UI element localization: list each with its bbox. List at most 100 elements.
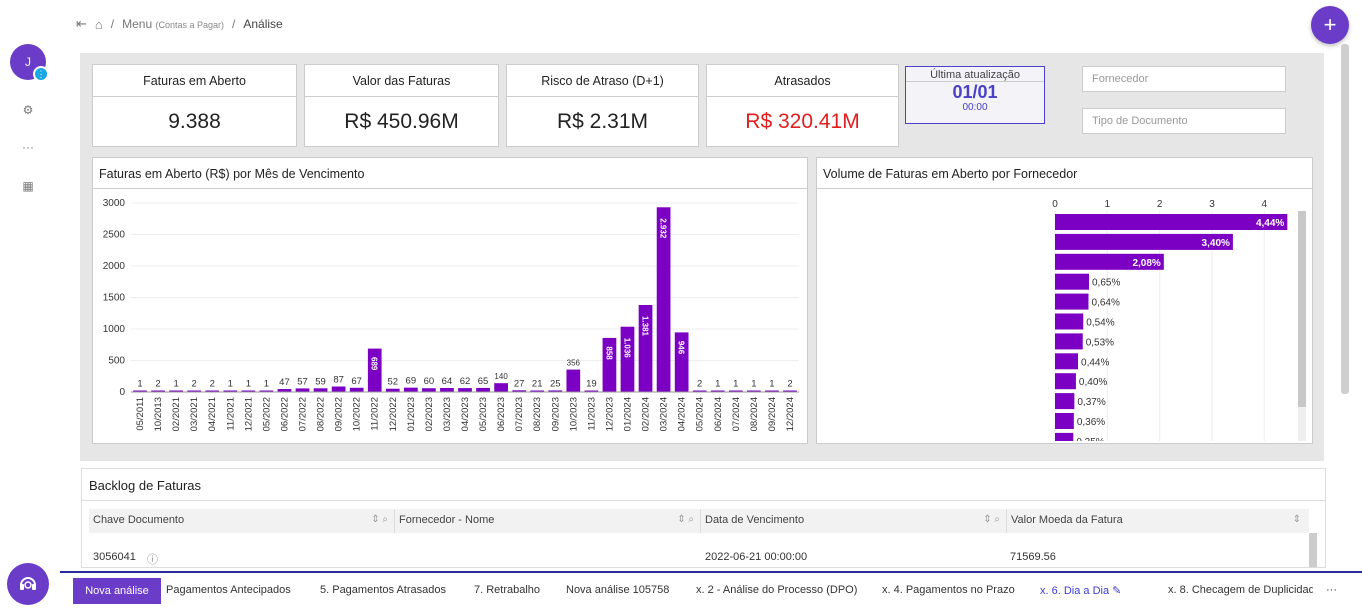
x-tick-label: 09/2022 bbox=[334, 397, 345, 431]
data-label: 0,65% bbox=[1092, 278, 1120, 289]
home-icon[interactable]: ⌂ bbox=[95, 17, 103, 32]
col-key[interactable]: Chave Documento ⇕ ⌕ bbox=[89, 509, 395, 533]
chart-title: Volume de Faturas em Aberto por Forneced… bbox=[817, 158, 1312, 189]
bar bbox=[494, 383, 508, 392]
avatar-menu-icon[interactable]: ⋮ bbox=[33, 66, 49, 82]
data-label: 87 bbox=[333, 375, 344, 386]
tab-dia-a-dia[interactable]: x. 6. Dia a Dia ✎ bbox=[1040, 584, 1121, 597]
left-rail: J ⋮ ⚙ ··· ▦ bbox=[0, 0, 60, 611]
building-icon[interactable]: ▦ bbox=[18, 176, 38, 196]
kpi-label: Risco de Atraso (D+1) bbox=[507, 65, 698, 97]
x-tick-label: 08/2024 bbox=[749, 397, 760, 431]
edit-icon[interactable]: ✎ bbox=[1112, 585, 1121, 597]
bar-chart-month: 0 500 1000 1500 2000 2500 3000 1 05/2011 2 10/2013… bbox=[103, 198, 799, 431]
breadcrumb-menu[interactable]: Menu (Contas a Pagar) bbox=[122, 17, 224, 31]
x-tick-label: 12/2023 bbox=[604, 397, 615, 431]
tab-nova-analise[interactable]: Nova análise 105758 bbox=[566, 584, 669, 596]
y-tick-label: 3000 bbox=[103, 198, 126, 209]
kpi-value: R$ 450.96M bbox=[344, 110, 459, 133]
bar bbox=[349, 387, 364, 392]
x-tick-label: 03/2021 bbox=[189, 397, 200, 431]
tab-pagamentos-antecipados[interactable]: Pagamentos Antecipados bbox=[166, 584, 291, 596]
gear-icon[interactable]: ⚙ bbox=[18, 100, 38, 120]
more-icon[interactable]: ··· bbox=[18, 137, 38, 157]
page-scrollbar[interactable] bbox=[1341, 44, 1349, 394]
data-label: 2 bbox=[192, 379, 197, 390]
y-tick-label: 0 bbox=[119, 387, 125, 398]
bar bbox=[1055, 273, 1090, 290]
chart-scrollbar bbox=[1298, 211, 1306, 407]
collapse-icon[interactable]: ⇤ bbox=[76, 16, 87, 32]
x-tick-label: 10/2023 bbox=[568, 397, 579, 431]
more-tabs-icon[interactable]: ··· bbox=[1326, 584, 1337, 596]
data-label: 67 bbox=[351, 376, 362, 387]
x-tick-label: 07/2022 bbox=[298, 397, 309, 431]
sort-search-icon: ⇕ bbox=[1292, 514, 1301, 525]
x-tick-label: 11/2023 bbox=[586, 397, 597, 431]
supplier-filter[interactable]: Fornecedor bbox=[1082, 66, 1286, 92]
data-label: 1.036 bbox=[622, 338, 631, 359]
bar bbox=[313, 388, 328, 392]
col-due[interactable]: Data de Vencimento ⇕ ⌕ bbox=[701, 509, 1007, 533]
x-tick-label: 12/2022 bbox=[388, 397, 399, 431]
col-supplier[interactable]: Fornecedor - Nome ⇕ ⌕ bbox=[395, 509, 701, 533]
data-label: 2 bbox=[697, 379, 702, 390]
last-update-box: Última atualização 01/01 00:00 bbox=[905, 66, 1045, 124]
tab-pagamentos-atrasados[interactable]: 5. Pagamentos Atrasados bbox=[320, 584, 446, 596]
x-tick-label: 07/2023 bbox=[514, 397, 525, 431]
x-tick-label: 09/2024 bbox=[767, 397, 778, 431]
x-tick-label: 02/2024 bbox=[641, 397, 652, 431]
bar bbox=[403, 387, 418, 392]
data-label: 1 bbox=[733, 379, 738, 390]
x-tick-label: 07/2024 bbox=[731, 397, 742, 431]
table-scrollbar[interactable] bbox=[1309, 533, 1317, 567]
data-label: 0,36% bbox=[1077, 417, 1105, 428]
y-tick-label: 2000 bbox=[103, 261, 126, 272]
col-value[interactable]: Valor Moeda da Fatura ⇕ bbox=[1007, 509, 1307, 533]
data-label: 69 bbox=[406, 376, 417, 387]
data-label: 946 bbox=[677, 341, 686, 355]
data-label: 1 bbox=[715, 379, 720, 390]
sort-search-icon: ⇕ ⌕ bbox=[983, 514, 1000, 525]
kpi-label: Valor das Faturas bbox=[305, 65, 498, 97]
support-button[interactable] bbox=[7, 563, 49, 605]
tab-pagamentos-prazo[interactable]: x. 4. Pagamentos no Prazo bbox=[882, 584, 1015, 596]
kpi-label: Faturas em Aberto bbox=[93, 65, 296, 97]
x-tick-label: 02/2023 bbox=[424, 397, 435, 431]
last-update-label: Última atualização bbox=[906, 69, 1044, 82]
table-row[interactable]: 3056041 ⓘ 2022-06-21 00:00:00 71569.56 bbox=[89, 551, 1309, 567]
x-tick-label: 08/2022 bbox=[316, 397, 327, 431]
data-label: 1 bbox=[246, 379, 251, 390]
x-tick-label: 05/2023 bbox=[478, 397, 489, 431]
info-icon[interactable]: ⓘ bbox=[147, 551, 158, 567]
chart-title: Faturas em Aberto (R$) por Mês de Vencim… bbox=[93, 158, 807, 189]
data-label: 0,37% bbox=[1077, 397, 1105, 408]
data-label: 858 bbox=[604, 346, 613, 360]
x-tick-label: 05/2024 bbox=[695, 397, 706, 431]
data-label: 689 bbox=[370, 357, 379, 371]
doctype-filter[interactable]: Tipo de Documento bbox=[1082, 108, 1286, 134]
bars-group: 4,44% 3,40% 2,08% 0,65% 0,64% 0,54% 0,53% 0,44%… bbox=[1055, 214, 1288, 441]
data-label: 0,54% bbox=[1086, 318, 1114, 329]
bar bbox=[1055, 333, 1083, 350]
data-label: 0,40% bbox=[1079, 377, 1107, 388]
tab-retrabalho[interactable]: 7. Retrabalho bbox=[474, 584, 540, 596]
backlog-table: Backlog de Faturas Chave Documento ⇕ ⌕ Fo… bbox=[81, 468, 1326, 568]
tab-analise-processo[interactable]: x. 2 - Análise do Processo (DPO) bbox=[696, 584, 857, 596]
data-label: 2.932 bbox=[659, 218, 668, 239]
bar bbox=[295, 388, 310, 392]
data-label: 1 bbox=[173, 379, 178, 390]
new-analysis-button[interactable]: Nova análise bbox=[73, 578, 161, 604]
x-tick-label: 01/2024 bbox=[622, 397, 633, 431]
add-button[interactable]: + bbox=[1311, 6, 1349, 44]
x-tick-label: 09/2023 bbox=[550, 397, 561, 431]
tab-checagem-duplicidade[interactable]: x. 8. Checagem de Duplicidade bbox=[1168, 584, 1313, 596]
data-label: 140 bbox=[494, 372, 508, 381]
x-tick-label: 06/2022 bbox=[279, 397, 290, 431]
data-label: 27 bbox=[514, 378, 525, 389]
bar bbox=[566, 369, 581, 392]
y-tick-label: 1500 bbox=[103, 293, 126, 304]
data-label: 59 bbox=[315, 376, 326, 387]
data-label: 52 bbox=[387, 377, 398, 388]
x-tick-label: 10/2022 bbox=[352, 397, 363, 431]
